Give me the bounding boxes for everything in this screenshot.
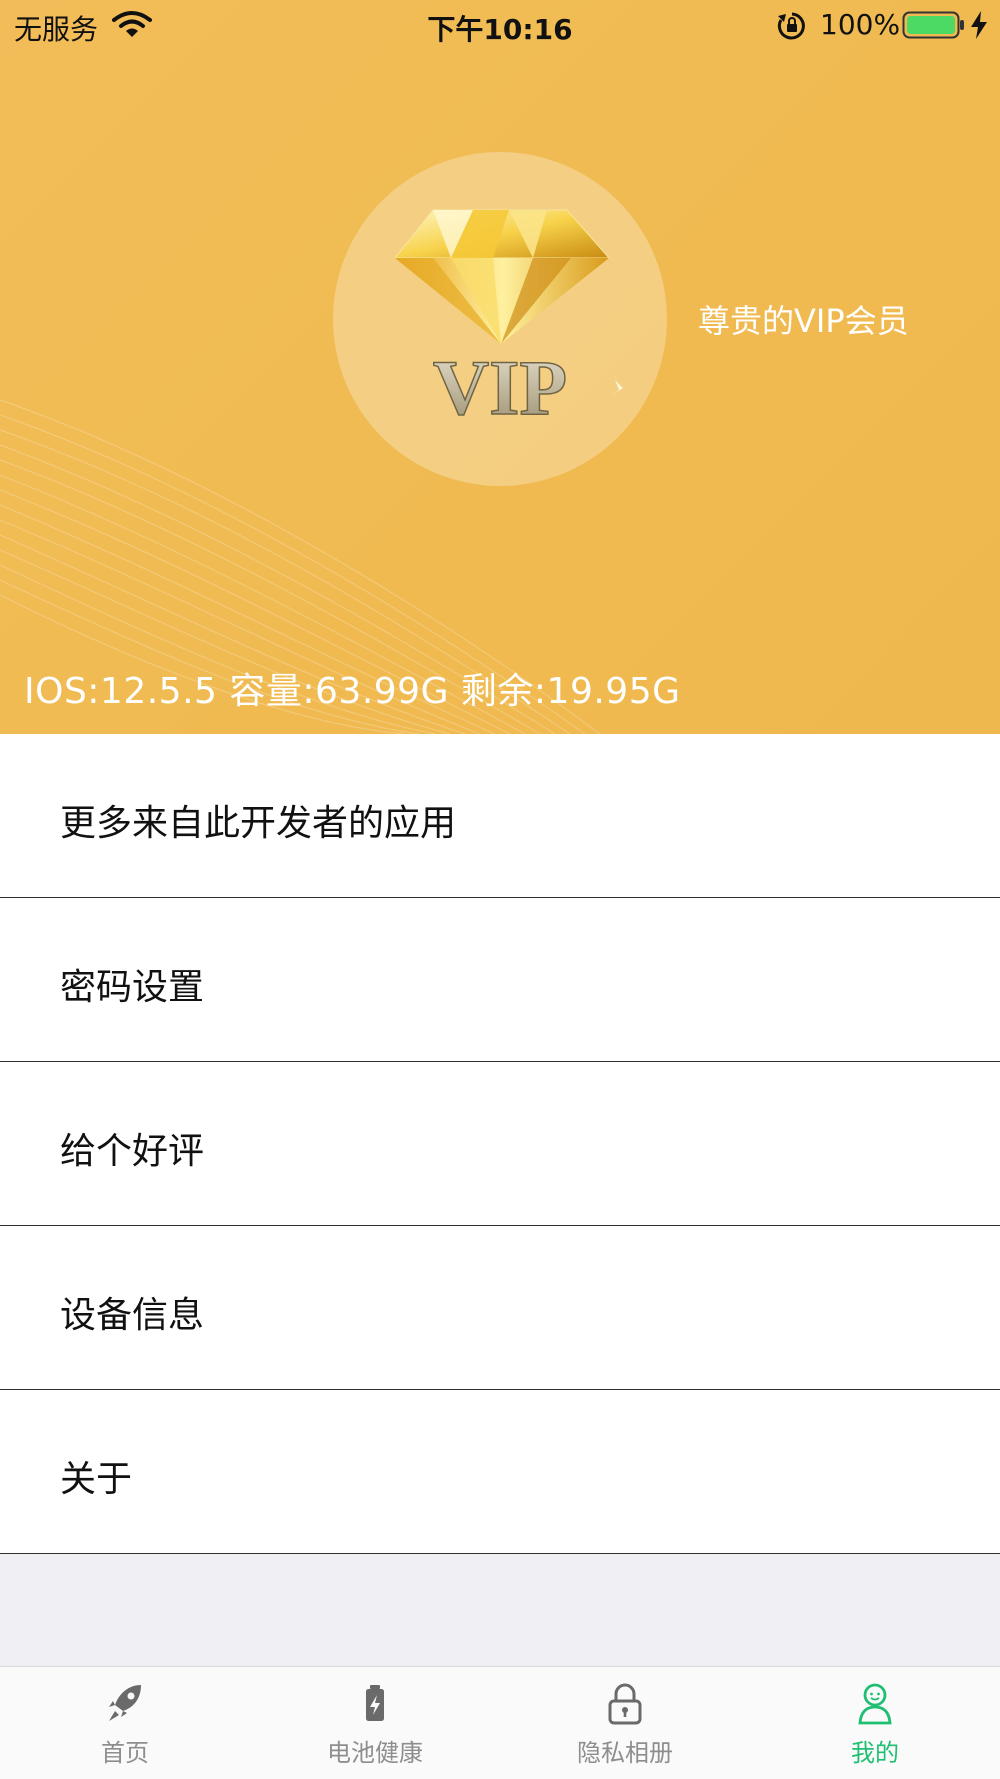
tab-home[interactable]: 首页: [0, 1667, 250, 1779]
rotation-lock-icon: [777, 12, 805, 40]
vip-title: 尊贵的VIP会员: [698, 302, 909, 340]
person-icon: [858, 1683, 892, 1725]
device-info: IOS:12.5.5 容量:63.99G 剩余:19.95G: [24, 671, 681, 712]
profile-header: 无服务 下午10:16 100% VIP 尊贵的VIP会员 IOS:12.5.5…: [0, 0, 1000, 734]
battery-icon: [902, 11, 964, 39]
tab-mine[interactable]: 我的: [750, 1667, 1000, 1779]
status-bar: 无服务 下午10:16 100%: [0, 0, 1000, 50]
vip-badge: VIP: [333, 152, 667, 486]
menu-item-label: 给个好评: [60, 1131, 205, 1172]
vip-logo-text: VIP: [433, 344, 567, 431]
menu-item-password-settings[interactable]: 密码设置: [0, 898, 1000, 1062]
menu-item-device-info[interactable]: 设备信息: [0, 1226, 1000, 1390]
rocket-icon: [109, 1685, 141, 1721]
menu-item-label: 关于: [60, 1459, 133, 1500]
menu-item-label: 设备信息: [60, 1295, 205, 1336]
charging-bolt-icon: [971, 11, 987, 39]
settings-menu: 更多来自此开发者的应用 密码设置 给个好评 设备信息 关于: [0, 734, 1000, 1554]
lock-icon: [608, 1683, 642, 1725]
tab-battery-health[interactable]: 电池健康: [250, 1667, 500, 1779]
menu-item-label: 密码设置: [60, 967, 205, 1008]
tab-bar: 首页 电池健康 隐私相册 我的: [0, 1666, 1000, 1779]
tab-label: 电池健康: [327, 1739, 423, 1767]
battery-icon: [366, 1685, 384, 1721]
menu-item-about[interactable]: 关于: [0, 1390, 1000, 1554]
menu-item-rate-app[interactable]: 给个好评: [0, 1062, 1000, 1226]
battery-percent: 100%: [820, 8, 901, 41]
tab-private-album[interactable]: 隐私相册: [500, 1667, 750, 1779]
diamond-icon: VIP: [393, 209, 623, 432]
menu-item-more-apps[interactable]: 更多来自此开发者的应用: [0, 734, 1000, 898]
tab-label: 首页: [101, 1739, 149, 1767]
tab-label: 隐私相册: [577, 1739, 673, 1767]
menu-item-label: 更多来自此开发者的应用: [60, 803, 457, 844]
tab-label: 我的: [851, 1739, 899, 1767]
